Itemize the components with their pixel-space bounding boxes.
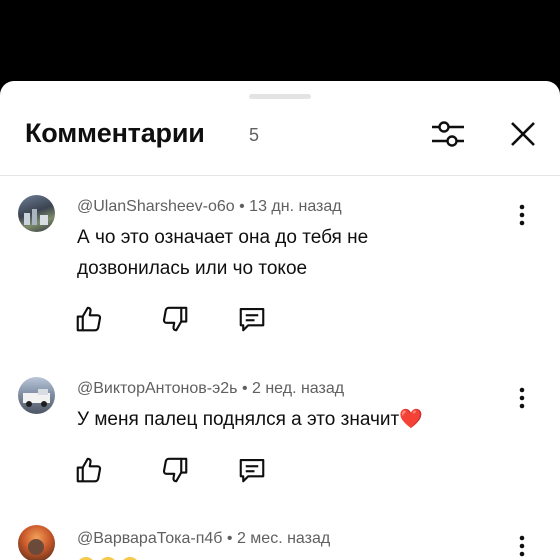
- avatar-image: [23, 389, 50, 407]
- comment-text-line: дозвонилась или чо токое: [77, 258, 308, 279]
- comment-more-button[interactable]: [508, 200, 536, 230]
- comment-text: А чо это означает она до тебя не дозвони…: [77, 222, 477, 284]
- like-button[interactable]: [74, 455, 104, 485]
- filter-button[interactable]: [430, 116, 466, 152]
- drag-handle[interactable]: [249, 94, 311, 99]
- reply-button[interactable]: [237, 455, 267, 485]
- comment-meta: @UlanSharsheev-o6o • 13 дн. назад: [77, 198, 342, 216]
- avatar[interactable]: [18, 525, 55, 560]
- thumb-up-icon: [76, 457, 102, 483]
- comments-sheet: Комментарии 5 @UlanSharsheev-o6o • 13 дн…: [0, 81, 560, 560]
- close-icon: [511, 122, 535, 146]
- comments-count: 5: [249, 125, 260, 145]
- comment-time: 2 мес. назад: [236, 530, 331, 547]
- comment-author[interactable]: @UlanSharsheev-o6o: [77, 198, 235, 215]
- comment-author[interactable]: @ВикторАнтонов-э2ь: [77, 380, 238, 397]
- comment-text-line: У меня палец поднялся а это значит❤️: [77, 409, 423, 430]
- comment-time: 13 дн. назад: [249, 198, 342, 215]
- dislike-button[interactable]: [160, 304, 190, 334]
- avatar[interactable]: [18, 195, 55, 232]
- comment-meta: @ВикторАнтонов-э2ь • 2 нед. назад: [77, 380, 344, 398]
- avatar[interactable]: [18, 377, 55, 414]
- thumb-up-icon: [76, 306, 102, 332]
- comment-text-line: А чо это означает она до тебя не: [77, 227, 369, 248]
- avatar-image: [24, 209, 48, 225]
- avatar-image: [28, 539, 44, 555]
- close-button[interactable]: [505, 116, 541, 152]
- more-vert-icon: [519, 535, 525, 557]
- meta-separator: •: [237, 380, 252, 397]
- comments-title: Комментарии: [25, 118, 205, 148]
- more-vert-icon: [519, 204, 525, 226]
- reply-button[interactable]: [237, 304, 267, 334]
- comment-text-emoji: [77, 554, 477, 560]
- thumb-down-icon: [162, 457, 188, 483]
- more-vert-icon: [519, 387, 525, 409]
- comment-more-button[interactable]: [508, 383, 536, 413]
- thumb-down-icon: [162, 306, 188, 332]
- meta-separator: •: [222, 530, 237, 547]
- like-button[interactable]: [74, 304, 104, 334]
- meta-separator: •: [234, 198, 250, 215]
- header-divider: [0, 175, 560, 176]
- reply-icon: [239, 307, 265, 332]
- reply-icon: [239, 458, 265, 483]
- comment-author[interactable]: @ВарвараТока-п4б: [77, 530, 222, 547]
- comments-header: Комментарии 5: [0, 116, 560, 156]
- comment-meta: @ВарвараТока-п4б • 2 мес. назад: [77, 530, 330, 548]
- filter-icon: [432, 121, 464, 147]
- comment-time: 2 нед. назад: [252, 380, 345, 397]
- comment-text: У меня палец поднялся а это значит❤️: [77, 404, 477, 435]
- comment-more-button[interactable]: [508, 531, 536, 560]
- dislike-button[interactable]: [160, 455, 190, 485]
